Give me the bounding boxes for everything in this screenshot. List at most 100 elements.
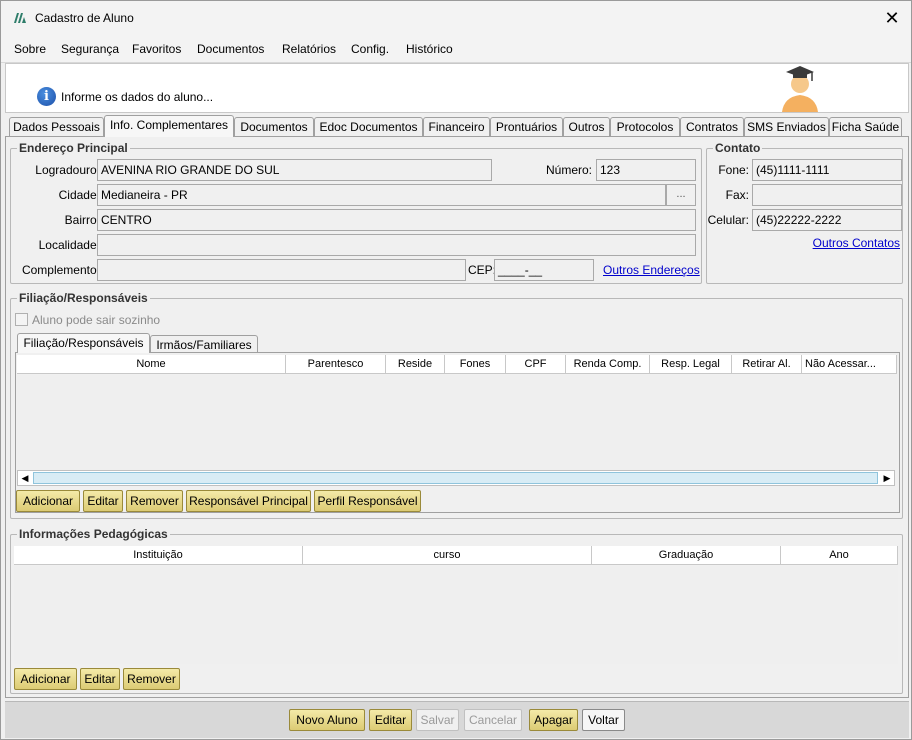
pedagogicas-editar-button[interactable]: Editar <box>80 668 120 690</box>
scroll-thumb[interactable] <box>33 472 878 484</box>
logradouro-label: Logradouro: <box>35 163 100 177</box>
endereco-group: Endereço Principal Logradouro: AVENINA R… <box>10 141 702 284</box>
scroll-right-icon[interactable]: ▶ <box>880 471 894 485</box>
contato-title: Contato <box>713 141 763 155</box>
contato-group: Contato Fone: (45)1111-1111 Fax: Celular… <box>706 141 903 284</box>
tab-panel-info-complementares: Endereço Principal Logradouro: AVENINA R… <box>5 136 909 698</box>
localidade-label: Localidade: <box>38 238 100 252</box>
cep-field[interactable]: ____-__ <box>494 259 594 281</box>
tab-contratos[interactable]: Contratos <box>680 117 744 137</box>
col-nome[interactable]: Nome <box>17 355 286 374</box>
fax-label: Fax: <box>725 188 749 202</box>
cep-label: CEP: <box>468 263 497 277</box>
filiacao-grid-body[interactable] <box>17 375 897 470</box>
logradouro-field[interactable]: AVENINA RIO GRANDE DO SUL <box>97 159 492 181</box>
tab-prontuarios[interactable]: Prontuários <box>490 117 563 137</box>
numero-field[interactable]: 123 <box>596 159 696 181</box>
celular-field[interactable]: (45)22222-2222 <box>752 209 902 231</box>
filiacao-title: Filiação/Responsáveis <box>17 291 150 305</box>
col-retirar[interactable]: Retirar Al. <box>732 355 802 374</box>
endereco-title: Endereço Principal <box>17 141 130 155</box>
tab-protocolos[interactable]: Protocolos <box>610 117 680 137</box>
col-instituicao[interactable]: Instituição <box>14 546 303 565</box>
info-text: Informe os dados do aluno... <box>61 90 214 104</box>
menu-historico[interactable]: Histórico <box>406 42 453 56</box>
menu-seguranca[interactable]: Segurança <box>61 42 119 56</box>
outros-enderecos-link[interactable]: Outros Endereços <box>603 263 700 277</box>
pedagogicas-remover-button[interactable]: Remover <box>123 668 180 690</box>
complemento-field[interactable] <box>97 259 466 281</box>
subtab-filiacao[interactable]: Filiação/Responsáveis <box>17 333 150 353</box>
menu-relatorios[interactable]: Relatórios <box>282 42 336 56</box>
cidade-search-button[interactable]: ... <box>666 184 696 206</box>
tab-outros[interactable]: Outros <box>563 117 610 137</box>
salvar-button[interactable]: Salvar <box>416 709 459 731</box>
cidade-label: Cidade: <box>58 188 100 202</box>
filiacao-hscrollbar[interactable]: ◀ ▶ <box>17 470 895 486</box>
close-icon[interactable]: ✕ <box>881 7 903 29</box>
fax-field[interactable] <box>752 184 902 206</box>
pedagogicas-group: Informações Pedagógicas Instituição curs… <box>10 527 903 694</box>
col-reside[interactable]: Reside <box>386 355 445 374</box>
tab-sms-enviados[interactable]: SMS Enviados <box>744 117 829 137</box>
complemento-label: Complemento: <box>21 263 100 277</box>
col-ano[interactable]: Ano <box>781 546 898 565</box>
outros-contatos-link[interactable]: Outros Contatos <box>813 236 900 250</box>
perfil-responsavel-button[interactable]: Perfil Responsável <box>314 490 421 512</box>
col-renda[interactable]: Renda Comp. <box>566 355 650 374</box>
filiacao-subpanel: Nome Parentesco Reside Fones CPF Renda C… <box>15 352 900 513</box>
novo-aluno-button[interactable]: Novo Aluno <box>289 709 365 731</box>
tab-ficha-saude[interactable]: Ficha Saúde <box>829 117 902 137</box>
fone-label: Fone: <box>718 163 749 177</box>
tab-dados-pessoais[interactable]: Dados Pessoais <box>9 117 104 137</box>
sair-sozinho-checkbox[interactable] <box>15 313 28 326</box>
bairro-label: Bairro: <box>64 213 100 227</box>
menu-sobre[interactable]: Sobre <box>14 42 46 56</box>
fone-field[interactable]: (45)1111-1111 <box>752 159 902 181</box>
scroll-left-icon[interactable]: ◀ <box>18 471 32 485</box>
col-curso[interactable]: curso <box>303 546 592 565</box>
main-tabs: Dados Pessoais Info. Complementares Docu… <box>5 115 909 137</box>
info-icon: i <box>37 87 56 106</box>
main-window: Cadastro de Aluno ✕ Sobre Segurança Favo… <box>0 0 912 740</box>
menu-favoritos[interactable]: Favoritos <box>132 42 181 56</box>
filiacao-adicionar-button[interactable]: Adicionar <box>16 490 80 512</box>
menu-config[interactable]: Config. <box>351 42 389 56</box>
voltar-button[interactable]: Voltar <box>582 709 625 731</box>
filiacao-grid-header: Nome Parentesco Reside Fones CPF Renda C… <box>17 355 897 374</box>
celular-label: Celular: <box>707 213 749 227</box>
menu-bar: Sobre Segurança Favoritos Documentos Rel… <box>1 35 911 63</box>
filiacao-editar-button[interactable]: Editar <box>83 490 123 512</box>
menu-documentos[interactable]: Documentos <box>197 42 264 56</box>
pedagogicas-title: Informações Pedagógicas <box>17 527 170 541</box>
tab-info-complementares[interactable]: Info. Complementares <box>104 115 234 137</box>
pedagogicas-grid-header: Instituição curso Graduação Ano <box>14 546 898 565</box>
action-bar: Novo Aluno Editar Salvar Cancelar Apagar… <box>5 701 909 738</box>
apagar-button[interactable]: Apagar <box>529 709 578 731</box>
window-title: Cadastro de Aluno <box>35 11 134 25</box>
editar-button[interactable]: Editar <box>369 709 412 731</box>
responsavel-principal-button[interactable]: Responsável Principal <box>186 490 311 512</box>
col-parentesco[interactable]: Parentesco <box>286 355 386 374</box>
tab-documentos[interactable]: Documentos <box>234 117 314 137</box>
pedagogicas-grid-body[interactable] <box>14 566 898 664</box>
title-bar: Cadastro de Aluno ✕ <box>1 1 911 35</box>
tab-financeiro[interactable]: Financeiro <box>423 117 490 137</box>
student-graduate-icon <box>782 66 818 112</box>
cidade-field[interactable]: Medianeira - PR <box>97 184 666 206</box>
cancelar-button[interactable]: Cancelar <box>464 709 522 731</box>
info-banner: i Informe os dados do aluno... <box>5 63 909 113</box>
sair-sozinho-label: Aluno pode sair sozinho <box>32 313 161 327</box>
col-resp-legal[interactable]: Resp. Legal <box>650 355 732 374</box>
col-fones[interactable]: Fones <box>445 355 506 374</box>
col-nao-acessar[interactable]: Não Acessar... <box>802 355 897 374</box>
filiacao-remover-button[interactable]: Remover <box>126 490 183 512</box>
pedagogicas-adicionar-button[interactable]: Adicionar <box>14 668 77 690</box>
filiacao-group: Filiação/Responsáveis Aluno pode sair so… <box>10 291 903 519</box>
subtab-irmaos[interactable]: Irmãos/Familiares <box>150 335 258 353</box>
col-graduacao[interactable]: Graduação <box>592 546 781 565</box>
localidade-field[interactable] <box>97 234 696 256</box>
col-cpf[interactable]: CPF <box>506 355 566 374</box>
tab-edoc-documentos[interactable]: Edoc Documentos <box>314 117 423 137</box>
bairro-field[interactable]: CENTRO <box>97 209 696 231</box>
